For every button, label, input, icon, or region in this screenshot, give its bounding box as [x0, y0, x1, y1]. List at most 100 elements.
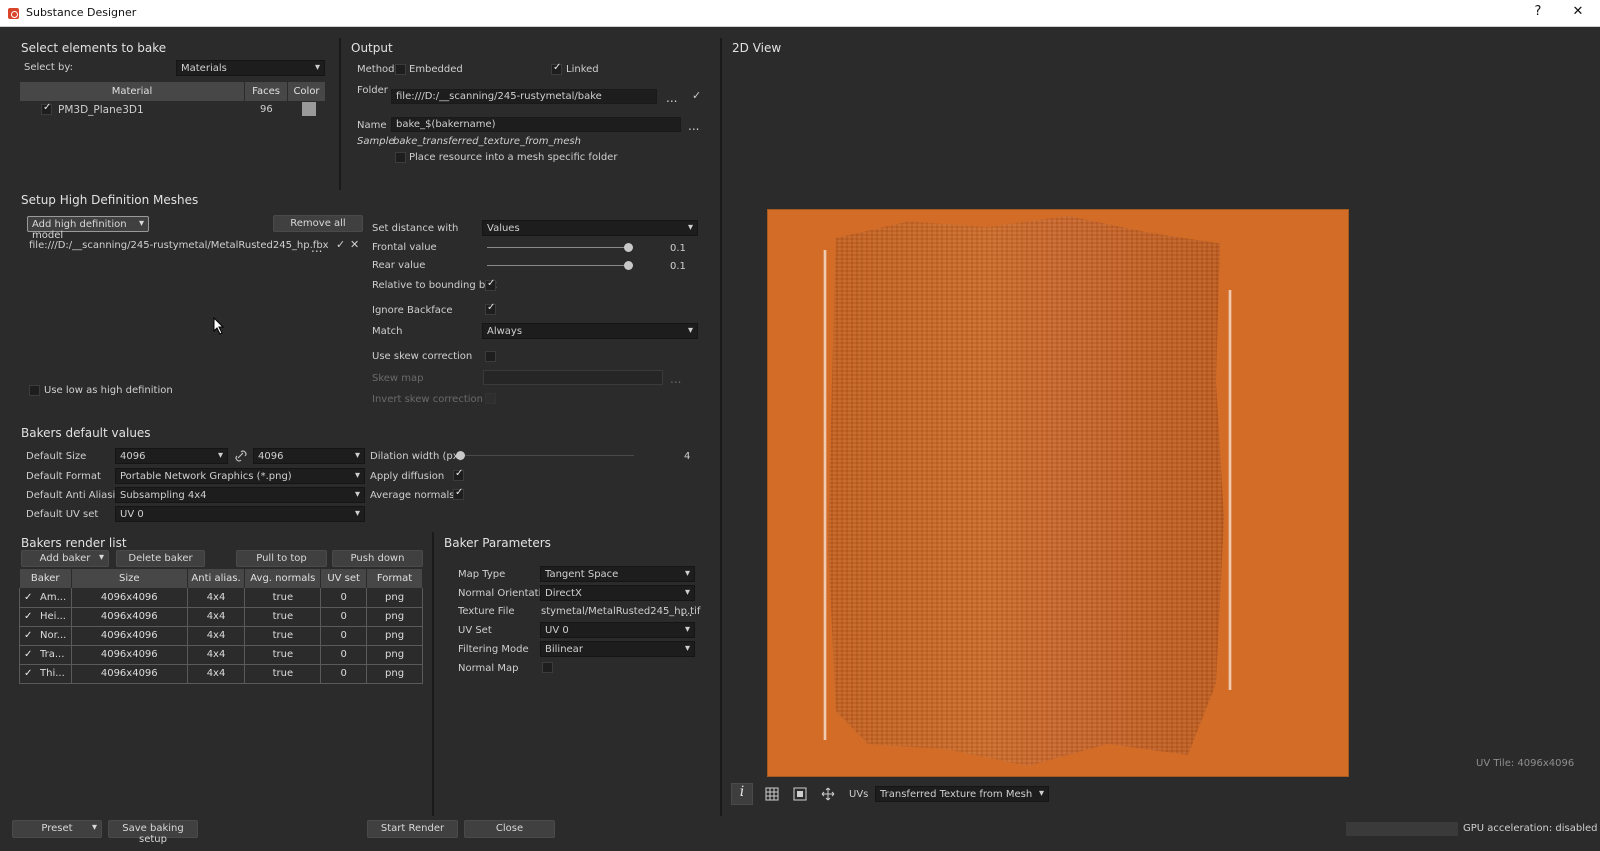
linked-checkbox[interactable] — [551, 62, 562, 75]
baker-enabled-checkbox[interactable]: ✓ — [24, 611, 34, 622]
baker-enabled-checkbox[interactable]: ✓ — [24, 668, 34, 679]
folder-label: Folder — [357, 85, 388, 96]
faces-header[interactable]: Faces — [244, 82, 288, 101]
gpu-status: GPU acceleration: disabled — [1463, 823, 1598, 834]
use-low-as-high-checkbox[interactable] — [29, 385, 40, 396]
baked-texture-preview[interactable] — [767, 209, 1349, 777]
place-resource-checkbox[interactable] — [395, 152, 406, 163]
folder-confirm-icon[interactable]: ✓ — [692, 89, 701, 102]
baker-enabled-checkbox[interactable]: ✓ — [24, 592, 34, 603]
texture-file-path[interactable]: stymetal/MetalRusted245_hp.tif — [541, 606, 700, 617]
close-window-button[interactable]: ✕ — [1568, 4, 1588, 19]
baker-header[interactable]: Baker — [19, 569, 72, 588]
pan-icon[interactable] — [821, 787, 835, 801]
size-cell: 4096x4096 — [71, 607, 188, 627]
ignore-backface-checkbox[interactable] — [485, 302, 496, 315]
texture-file-browse-button[interactable]: ... — [681, 605, 692, 619]
format-header[interactable]: Format — [366, 569, 423, 588]
material-checkbox[interactable] — [41, 102, 52, 115]
baker-enabled-checkbox[interactable]: ✓ — [24, 630, 34, 641]
start-render-button[interactable]: Start Render — [367, 820, 458, 838]
material-header[interactable]: Material — [20, 82, 246, 101]
dilation-slider-track[interactable] — [461, 455, 634, 456]
hd-model-remove-icon[interactable]: ✕ — [350, 238, 359, 251]
baker-enabled-checkbox[interactable]: ✓ — [24, 649, 34, 660]
default-size-width-dropdown[interactable]: 4096 — [115, 448, 228, 464]
default-aa-dropdown[interactable]: Subsampling 4x4 — [115, 487, 365, 503]
info-icon[interactable]: i — [731, 783, 753, 805]
match-dropdown[interactable]: Always — [482, 323, 698, 339]
size-header[interactable]: Size — [71, 569, 188, 588]
add-high-def-model-button[interactable]: Add high definition model — [27, 216, 149, 241]
average-normals-label: Average normals — [370, 490, 455, 501]
embedded-checkbox[interactable] — [395, 64, 406, 75]
frontal-slider-track[interactable] — [487, 247, 629, 248]
map-type-dropdown[interactable]: Tangent Space — [540, 566, 695, 582]
default-aa-label: Default Anti Aliasing — [26, 490, 128, 501]
name-field[interactable]: bake_$(bakername) — [391, 117, 681, 132]
apply-diffusion-checkbox[interactable] — [453, 468, 464, 481]
hd-model-path[interactable]: file:///D:/__scanning/245-rustymetal/Met… — [29, 240, 329, 251]
push-down-button[interactable]: Push down — [332, 550, 423, 567]
name-label: Name — [357, 120, 387, 131]
table-row[interactable]: ✓ Thi... 4096x4096 4x4 true 0 png — [19, 664, 423, 684]
skew-correction-checkbox[interactable] — [485, 351, 496, 362]
relative-bbox-checkbox[interactable] — [485, 278, 496, 291]
title-bar: Substance Designer ? ✕ — [0, 0, 1600, 27]
uv-set-header[interactable]: UV set — [320, 569, 368, 588]
grid-icon[interactable] — [765, 787, 779, 801]
fit-view-icon[interactable] — [793, 787, 807, 801]
size-cell: 4096x4096 — [71, 664, 188, 684]
folder-field[interactable]: file:///D:/__scanning/245-rustymetal/bak… — [391, 89, 657, 104]
sample-value: bake_transferred_texture_from_mesh — [393, 136, 581, 147]
select-by-dropdown[interactable]: Materials — [176, 60, 325, 76]
table-row[interactable]: ✓ Nor... 4096x4096 4x4 true 0 png — [19, 626, 423, 646]
default-uvset-dropdown[interactable]: UV 0 — [115, 506, 365, 522]
set-distance-dropdown[interactable]: Values — [482, 220, 698, 236]
link-size-icon[interactable] — [235, 450, 247, 462]
close-button[interactable]: Close — [464, 820, 555, 838]
progress-bar — [1346, 822, 1458, 836]
default-format-dropdown[interactable]: Portable Network Graphics (*.png) — [115, 468, 365, 484]
anti-alias-cell: 4x4 — [187, 626, 246, 646]
normal-orientation-dropdown[interactable]: DirectX — [540, 585, 695, 601]
material-name: PM3D_Plane3D1 — [58, 104, 144, 116]
invert-skew-label: Invert skew correction — [372, 394, 483, 405]
frontal-slider-handle[interactable] — [624, 243, 633, 252]
folder-browse-button[interactable]: ... — [666, 91, 677, 105]
material-table: Material Faces Color — [20, 82, 326, 101]
pull-to-top-button[interactable]: Pull to top — [236, 550, 327, 567]
table-row[interactable]: ✓ Hei... 4096x4096 4x4 true 0 png — [19, 607, 423, 627]
delete-baker-button[interactable]: Delete baker — [116, 550, 205, 567]
material-color-swatch[interactable] — [302, 102, 316, 116]
preset-button[interactable]: Preset — [12, 820, 102, 838]
color-header[interactable]: Color — [287, 82, 326, 101]
dilation-slider-handle[interactable] — [456, 451, 465, 460]
apply-diffusion-label: Apply diffusion — [370, 471, 445, 482]
baker-name: Thi... — [40, 668, 65, 679]
hd-model-confirm-icon[interactable]: ✓ — [336, 238, 345, 251]
hd-model-browse-button[interactable]: ... — [311, 241, 322, 255]
uv-set-dropdown[interactable]: UV 0 — [540, 622, 695, 638]
rear-slider-handle[interactable] — [624, 261, 633, 270]
remove-all-button[interactable]: Remove all — [273, 215, 363, 232]
rear-slider-track[interactable] — [487, 265, 629, 266]
save-baking-setup-button[interactable]: Save baking setup — [108, 820, 198, 845]
normal-map-checkbox[interactable] — [542, 662, 553, 673]
normal-map-label: Normal Map — [458, 663, 519, 674]
average-normals-checkbox[interactable] — [453, 487, 464, 500]
table-row[interactable]: ✓ Am... 4096x4096 4x4 true 0 png — [19, 588, 423, 608]
anti-alias-header[interactable]: Anti alias. — [187, 569, 246, 588]
format-cell: png — [366, 607, 423, 627]
view-mode-dropdown[interactable]: Transferred Texture from Mesh — [875, 786, 1049, 802]
filtering-mode-dropdown[interactable]: Bilinear — [540, 641, 695, 657]
texture-edge-highlight — [823, 250, 827, 740]
default-size-height-dropdown[interactable]: 4096 — [253, 448, 365, 464]
help-button[interactable]: ? — [1528, 4, 1548, 19]
divider — [720, 38, 722, 816]
table-row[interactable]: ✓ Tra... 4096x4096 4x4 true 0 png — [19, 645, 423, 665]
avg-normals-header[interactable]: Avg. normals — [244, 569, 322, 588]
name-browse-button[interactable]: ... — [688, 119, 699, 133]
skew-correction-label: Use skew correction — [372, 351, 473, 362]
add-baker-button[interactable]: Add baker — [21, 550, 109, 567]
